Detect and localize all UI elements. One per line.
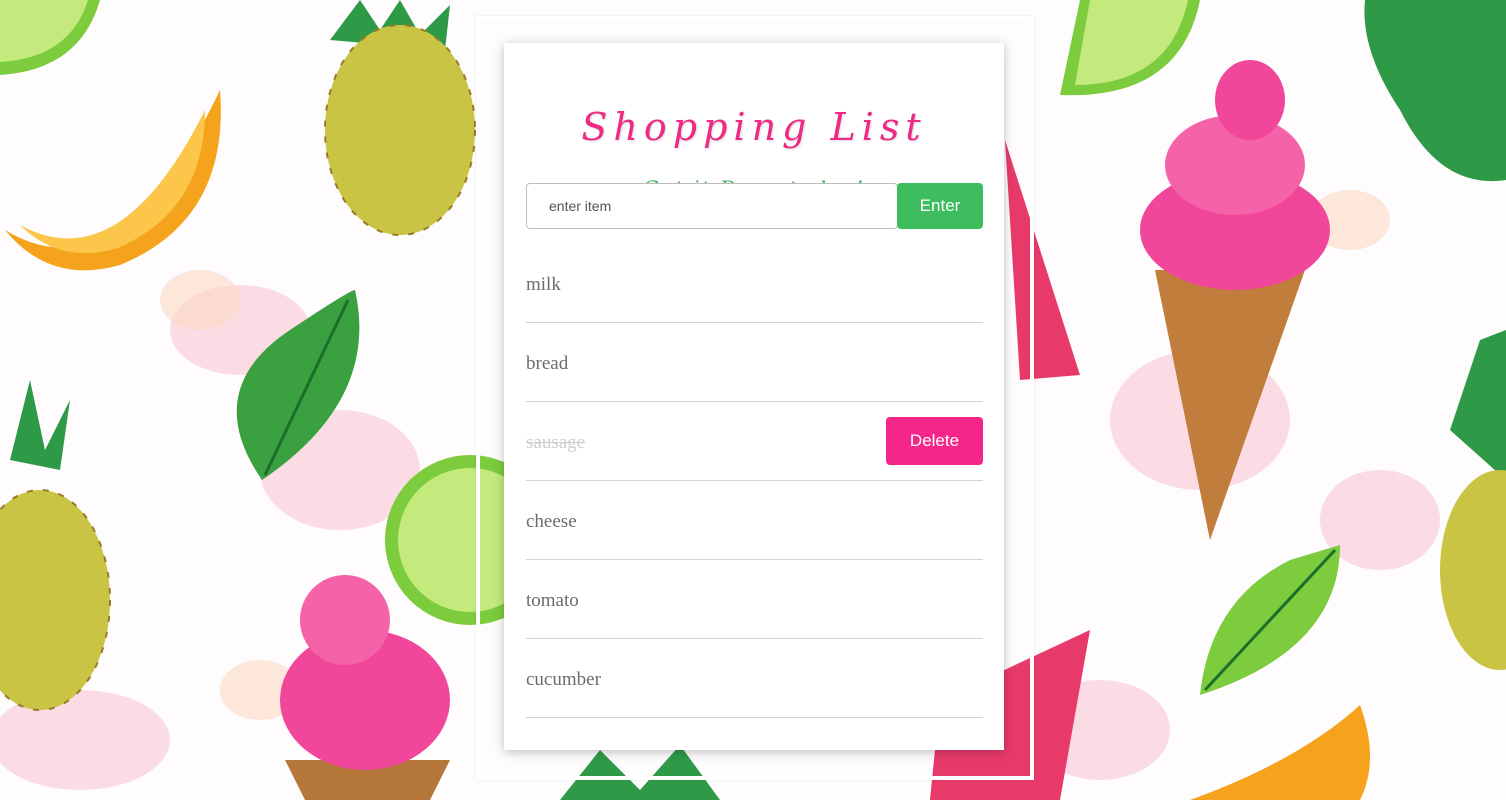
add-item-form: Enter (526, 183, 983, 229)
pineapple-icon (1440, 330, 1506, 670)
app-viewport: Shopping List Get it Done today! Enter m… (0, 0, 1506, 800)
lime-slice-icon (0, 0, 100, 75)
page-title: Shopping List (581, 105, 927, 149)
list-item-label: bread (526, 353, 569, 374)
list-item[interactable]: milk (526, 244, 983, 323)
pineapple-icon (324, 0, 476, 236)
pineapple-icon (0, 380, 111, 711)
list-item[interactable]: cheese (526, 481, 983, 560)
leaf-icon (1200, 545, 1340, 695)
enter-button[interactable]: Enter (897, 183, 983, 229)
list-item-label: cheese (526, 511, 577, 532)
list-item[interactable]: cucumber (526, 639, 983, 718)
shopping-list: milk bread sausage Delete cheese tomato … (526, 244, 983, 718)
list-item-label: cucumber (526, 669, 601, 690)
lime-slice-icon (1060, 0, 1200, 96)
shopping-list-card: Shopping List Get it Done today! Enter m… (504, 43, 1004, 750)
monstera-leaf-icon (1364, 0, 1506, 182)
list-item[interactable]: tomato (526, 560, 983, 639)
list-item-label: sausage (526, 432, 586, 453)
list-item-completed[interactable]: sausage Delete (526, 402, 983, 481)
list-item-label: tomato (526, 590, 579, 611)
item-input[interactable] (526, 183, 898, 229)
orange-slice-icon (5, 90, 221, 271)
list-item[interactable]: bread (526, 323, 983, 402)
delete-button[interactable]: Delete (886, 417, 983, 465)
orange-slice-icon (1190, 705, 1370, 800)
list-item-label: milk (526, 274, 561, 295)
